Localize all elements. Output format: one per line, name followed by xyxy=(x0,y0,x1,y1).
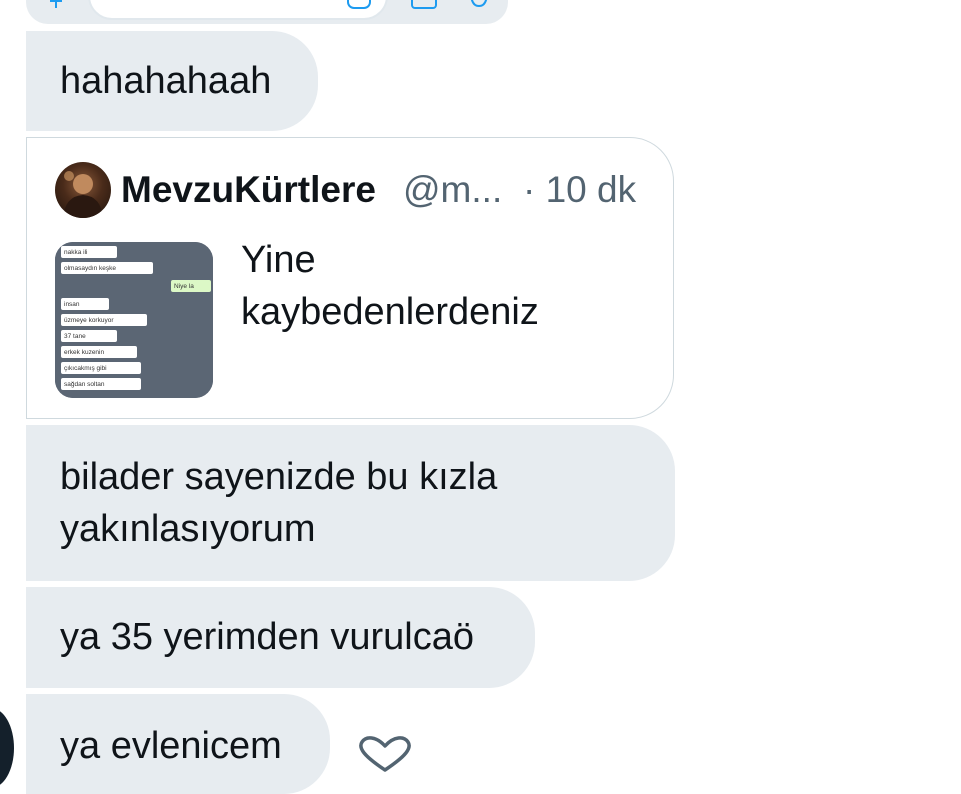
author-avatar[interactable] xyxy=(55,162,111,218)
chat-screenshot-image: nakka ili olmasaydın keşke Niye la insan… xyxy=(55,242,213,398)
chat-line: 37 tane xyxy=(64,333,86,340)
tweet-text-line: kaybedenlerdeniz xyxy=(241,291,539,333)
message-input[interactable] xyxy=(88,0,388,20)
message-bubble[interactable]: bilader sayenizde bu kızla yakınlasıyoru… xyxy=(26,425,675,581)
media-thumbnail[interactable]: nakka ili olmasaydın keşke Niye la insan… xyxy=(55,242,213,398)
chat-line: olmasaydın keşke xyxy=(64,265,116,272)
chat-line: üzmeye korkuyor xyxy=(64,317,114,324)
message-text: hahahahaah xyxy=(60,60,272,102)
chat-line: çıkıcakmış gibi xyxy=(64,365,107,372)
chat-line: insan xyxy=(64,301,80,308)
chat-line: Niye la xyxy=(174,283,194,290)
tweet-timestamp: · 10 dk xyxy=(523,169,637,210)
message-text: ya evlenicem xyxy=(60,725,282,767)
quoted-tweet-card[interactable]: MevzuKürtlere @m... · 10 dk nakka ili ol… xyxy=(26,137,674,419)
message-bubble[interactable]: hahahahaah xyxy=(26,31,318,131)
quoted-tweet-text: Yine kaybedenlerdeniz xyxy=(241,234,539,338)
chat-line: nakka ili xyxy=(64,249,87,256)
chat-line: erkek kuzenin xyxy=(64,349,104,356)
mic-icon[interactable] xyxy=(465,0,493,12)
avatar-image xyxy=(63,171,103,218)
sender-avatar[interactable] xyxy=(0,708,14,788)
message-text: bilader sayenizde bu kızla xyxy=(60,456,498,498)
author-handle: @m... xyxy=(403,169,503,210)
gif-icon[interactable] xyxy=(346,0,372,10)
message-bubble[interactable]: ya 35 yerimden vurulcaö xyxy=(26,587,535,688)
message-text: ya 35 yerimden vurulcaö xyxy=(60,616,474,658)
chat-line: sağdan soltan xyxy=(64,381,105,388)
heart-icon[interactable] xyxy=(356,734,414,774)
tweet-text-line: Yine xyxy=(241,239,316,281)
author-name: MevzuKürtlere xyxy=(121,169,376,210)
image-icon[interactable] xyxy=(408,0,440,10)
plus-icon[interactable] xyxy=(48,0,64,8)
message-text: yakınlasıyorum xyxy=(60,508,316,550)
message-bubble[interactable]: ya evlenicem xyxy=(26,694,330,794)
